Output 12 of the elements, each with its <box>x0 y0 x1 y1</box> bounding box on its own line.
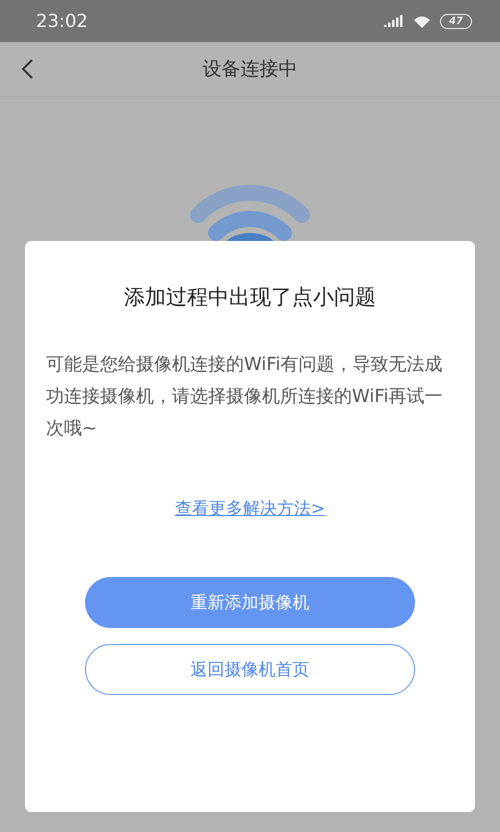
more-solutions-link[interactable]: 查看更多解决方法> <box>174 497 326 520</box>
dialog-message: 可能是您给摄像机连接的WiFi有问题，导致无法成功连接摄像机，请选择摄像机所连接的WiFi再试一次哦~ <box>46 353 444 441</box>
back-icon[interactable] <box>20 58 34 80</box>
battery-icon: 47 <box>440 14 472 28</box>
back-home-button[interactable]: 返回摄像机首页 <box>85 644 415 695</box>
wifi-icon <box>412 14 432 28</box>
wifi-icon <box>190 185 310 241</box>
signal-icon <box>384 15 404 27</box>
status-time: 23:02 <box>36 10 88 32</box>
re-add-camera-button[interactable]: 重新添加摄像机 <box>85 577 415 628</box>
page-title: 设备连接中 <box>202 57 298 82</box>
dialog-title: 添加过程中出现了点小问题 <box>123 284 377 311</box>
